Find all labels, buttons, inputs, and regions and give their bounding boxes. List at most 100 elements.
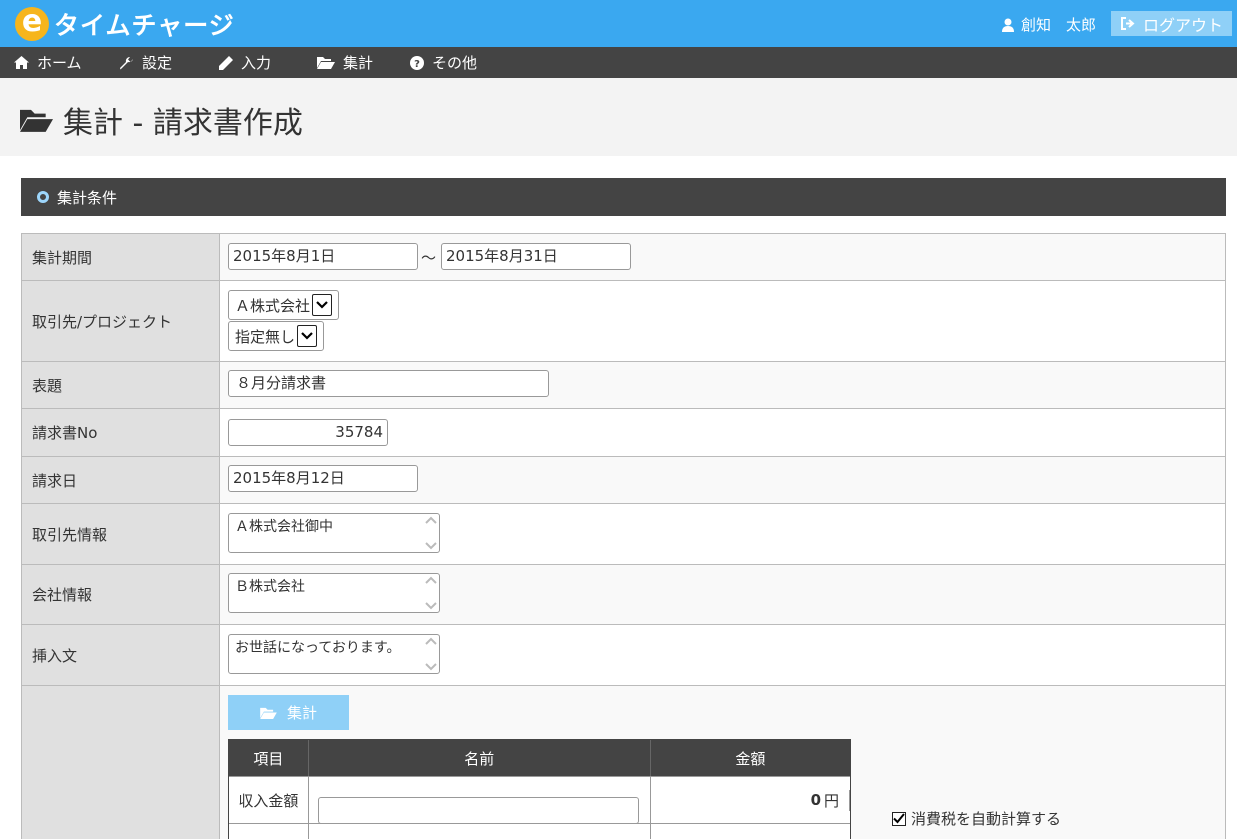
nav-item-input[interactable]: 入力	[219, 47, 271, 78]
row-client-info: 取引先情報 Ａ株式会社御中	[22, 504, 1225, 565]
auto-tax-label: 消費税を自動計算する	[911, 810, 1062, 828]
nav-label: 入力	[241, 54, 272, 72]
period-separator: ～	[421, 249, 437, 267]
auto-tax-checkbox[interactable]: 消費税を自動計算する	[892, 808, 1061, 829]
row-company-info: 会社情報 Ｂ株式会社	[22, 565, 1225, 625]
period-to-input[interactable]: 2015年8月31日	[441, 243, 631, 270]
insert-text-text: お世話になっております。	[235, 640, 401, 656]
nav-label: ホーム	[37, 54, 82, 72]
row-subject: 表題 ８月分請求書	[22, 362, 1225, 409]
client-info-textarea[interactable]: Ａ株式会社御中	[228, 513, 440, 553]
folder-open-icon	[260, 707, 277, 719]
client-select-value: Ａ株式会社	[235, 296, 311, 315]
main-nav: ホーム 設定 入力 集計 ? その他	[0, 47, 1237, 78]
page-title: 集計 - 請求書作成	[20, 98, 303, 142]
column-header-item: 項目	[229, 740, 309, 776]
insert-text-label: 挿入文	[22, 625, 220, 685]
calc-table-header: 項目 名前 金額	[229, 740, 850, 776]
nav-item-home[interactable]: ホーム	[14, 47, 82, 78]
subject-label: 表題	[22, 362, 220, 408]
company-info-value: Ｂ株式会社	[220, 565, 1225, 624]
logo-e-icon: e	[15, 7, 49, 41]
invoice-date-value: 2015年8月12日	[220, 457, 1225, 503]
client-select[interactable]: Ａ株式会社	[228, 290, 339, 320]
invoice-no-input[interactable]: 35784	[228, 419, 388, 446]
chevron-down-icon	[425, 542, 437, 550]
svg-text:?: ?	[414, 59, 420, 70]
folder-open-icon	[20, 109, 53, 132]
income-name-cell	[309, 777, 651, 824]
checkbox-checked-icon	[892, 811, 906, 826]
wrench-icon	[120, 56, 133, 69]
client-info-text: Ａ株式会社御中	[235, 519, 333, 535]
chevron-down-icon	[425, 663, 437, 671]
income-amount: 0 円	[651, 789, 851, 811]
nav-item-settings[interactable]: 設定	[120, 47, 172, 78]
question-circle-icon: ?	[410, 55, 424, 70]
scrollbar[interactable]	[425, 637, 437, 671]
title-band: 集計 - 請求書作成	[0, 78, 1237, 156]
period-label: 集計期間	[22, 234, 220, 280]
section-title: 集計条件	[57, 188, 118, 207]
column-header-name: 名前	[309, 740, 651, 776]
condition-form: 集計期間 2015年8月1日 ～ 2015年8月31日 取引先/プロジェクト Ａ…	[21, 233, 1226, 839]
invoice-date-label: 請求日	[22, 457, 220, 503]
section-header: 集計条件	[21, 178, 1226, 216]
user-info: 創知 太郎	[1002, 14, 1096, 35]
user-icon	[1002, 18, 1014, 32]
logout-button[interactable]: ログアウト	[1111, 11, 1232, 36]
project-select[interactable]: 指定無し	[228, 321, 324, 351]
client-label: 取引先/プロジェクト	[22, 281, 220, 361]
nav-item-other[interactable]: ? その他	[410, 47, 477, 78]
company-info-text: Ｂ株式会社	[235, 579, 305, 595]
period-from-input[interactable]: 2015年8月1日	[228, 243, 418, 270]
company-info-textarea[interactable]: Ｂ株式会社	[228, 573, 440, 613]
nav-item-summary[interactable]: 集計	[317, 47, 373, 78]
amount-cell	[651, 824, 850, 839]
row-period: 集計期間 2015年8月1日 ～ 2015年8月31日	[22, 234, 1225, 281]
chevron-up-icon	[425, 637, 437, 645]
nav-label: その他	[432, 54, 478, 72]
income-amount-cell: 0 円	[651, 777, 851, 823]
column-header-amount: 金額	[735, 749, 766, 768]
scrollbar[interactable]	[425, 576, 437, 610]
invoice-no-label: 請求書No	[22, 409, 220, 456]
scrollbar[interactable]	[425, 516, 437, 550]
chevron-up-icon	[425, 576, 437, 584]
invoice-no-value: 35784	[220, 409, 1225, 456]
user-name: 創知 太郎	[1021, 16, 1097, 34]
calc-button[interactable]: 集計	[228, 695, 349, 730]
row-invoice-no: 請求書No 35784	[22, 409, 1225, 457]
insert-text-value: お世話になっております。	[220, 625, 1225, 685]
sign-out-icon	[1121, 17, 1135, 30]
project-select-value: 指定無し	[235, 327, 296, 346]
row-client: 取引先/プロジェクト Ａ株式会社 指定無し	[22, 281, 1225, 362]
income-name-input[interactable]	[317, 796, 639, 824]
nav-label: 集計	[343, 54, 374, 72]
row-calc: 集計 項目 名前 金額 収入金額 0 円 消費税を自動計算する	[22, 686, 1225, 839]
subject-input[interactable]: ８月分請求書	[228, 370, 549, 397]
logo-text: タイムチャージ	[54, 11, 235, 40]
client-info-value: Ａ株式会社御中	[220, 504, 1225, 564]
calc-button-label: 集計	[286, 704, 317, 722]
period-value: 2015年8月1日 ～ 2015年8月31日	[220, 234, 1225, 280]
income-label: 収入金額	[229, 777, 309, 823]
invoice-date-input[interactable]: 2015年8月12日	[228, 465, 418, 492]
calc-value: 集計 項目 名前 金額 収入金額 0 円 消費税を自動計算する	[220, 686, 1225, 839]
row-insert-text: 挿入文 お世話になっております。	[22, 625, 1225, 686]
income-amount-value: 0	[810, 791, 821, 809]
insert-text-textarea[interactable]: お世話になっております。	[228, 634, 440, 674]
page-title-text: 集計 - 請求書作成	[63, 106, 303, 141]
row-invoice-date: 請求日 2015年8月12日	[22, 457, 1225, 504]
subject-value: ８月分請求書	[220, 362, 1225, 408]
company-info-label: 会社情報	[22, 565, 220, 624]
calc-table: 項目 名前 金額 収入金額 0 円	[228, 739, 851, 839]
calc-label	[22, 686, 220, 839]
app-logo[interactable]: e タイムチャージ	[15, 6, 235, 42]
pencil-icon	[219, 55, 233, 70]
logout-label: ログアウト	[1143, 15, 1224, 35]
currency-unit: 円	[824, 791, 840, 810]
client-value: Ａ株式会社 指定無し	[220, 281, 1225, 361]
table-row: 収入金額 0 円	[229, 776, 851, 824]
client-info-label: 取引先情報	[22, 504, 220, 564]
